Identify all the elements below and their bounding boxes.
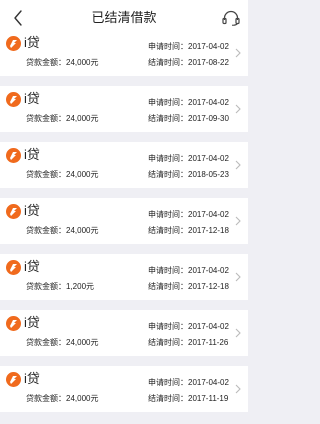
amount-label: 贷款金额： [26, 226, 66, 235]
loan-brand: i贷 [24, 147, 40, 162]
loan-brand: i贷 [24, 371, 40, 386]
brand-logo-icon [6, 260, 21, 275]
loan-brand: i贷 [24, 203, 40, 218]
loan-amount: 贷款金额：24,000元 [26, 337, 98, 349]
loan-card[interactable]: i贷 贷款金额：24,000元 申请时间：2017-04-02 结清时间：2017-1… [0, 198, 248, 244]
amount-value: 24,000元 [66, 170, 99, 179]
chevron-right-icon [233, 382, 243, 396]
apply-time: 申请时间：2017-04-02 [148, 41, 229, 53]
apply-date: 2017-04-02 [188, 266, 229, 275]
settle-date: 2017-08-22 [188, 58, 229, 67]
settle-time: 结清时间：2017-11-19 [148, 393, 228, 405]
brand-logo-icon [6, 204, 21, 219]
loan-card[interactable]: i贷 贷款金额：24,000元 申请时间：2017-04-02 结清时间：2017-0… [0, 30, 248, 76]
chevron-right-icon [233, 214, 243, 228]
back-button[interactable] [4, 4, 32, 32]
chevron-right-icon [233, 158, 243, 172]
chevron-right-icon [233, 46, 243, 60]
loan-brand: i贷 [24, 91, 40, 106]
loan-brand: i贷 [24, 35, 40, 50]
loan-amount: 贷款金额：24,000元 [26, 393, 98, 405]
amount-label: 贷款金额： [26, 170, 66, 179]
headset-icon [222, 10, 240, 26]
loan-card[interactable]: i贷 贷款金额：24,000元 申请时间：2017-04-02 结清时间：2017-1… [0, 366, 248, 412]
loan-amount: 贷款金额：24,000元 [26, 225, 98, 237]
settle-label: 结清时间： [148, 282, 188, 291]
apply-time: 申请时间：2017-04-02 [148, 321, 229, 333]
apply-time: 申请时间：2017-04-02 [148, 265, 229, 277]
settle-label: 结清时间： [148, 114, 188, 123]
settle-time: 结清时间：2018-05-23 [148, 169, 229, 181]
brand-logo-icon [6, 372, 21, 387]
apply-label: 申请时间： [148, 98, 188, 107]
loan-card[interactable]: i贷 贷款金额：24,000元 申请时间：2017-04-02 结清时间：2017-0… [0, 86, 248, 132]
amount-label: 贷款金额： [26, 114, 66, 123]
apply-label: 申请时间： [148, 378, 188, 387]
apply-date: 2017-04-02 [188, 322, 229, 331]
loan-amount: 贷款金额：24,000元 [26, 57, 98, 69]
settle-date: 2017-12-18 [188, 282, 229, 291]
apply-date: 2017-04-02 [188, 210, 229, 219]
chevron-right-icon [233, 326, 243, 340]
amount-value: 24,000元 [66, 394, 99, 403]
brand-logo-icon [6, 316, 21, 331]
apply-label: 申请时间： [148, 42, 188, 51]
brand-logo-icon [6, 36, 21, 51]
loan-card[interactable]: i贷 贷款金额：24,000元 申请时间：2017-04-02 结清时间：2018-0… [0, 142, 248, 188]
amount-label: 贷款金额： [26, 58, 66, 67]
settle-date: 2017-12-18 [188, 226, 229, 235]
back-arrow-icon [14, 10, 22, 26]
apply-time: 申请时间：2017-04-02 [148, 209, 229, 221]
apply-date: 2017-04-02 [188, 154, 229, 163]
apply-date: 2017-04-02 [188, 98, 229, 107]
customer-service-button[interactable] [218, 5, 244, 31]
brand-logo-icon [6, 92, 21, 107]
amount-label: 贷款金额： [26, 394, 66, 403]
amount-value: 24,000元 [66, 58, 99, 67]
settle-time: 结清时间：2017-12-18 [148, 225, 229, 237]
settle-label: 结清时间： [148, 338, 188, 347]
loan-list: i贷 贷款金额：24,000元 申请时间：2017-04-02 结清时间：2017-0… [0, 30, 248, 422]
apply-time: 申请时间：2017-04-02 [148, 153, 229, 165]
settle-label: 结清时间： [148, 394, 188, 403]
apply-label: 申请时间： [148, 210, 188, 219]
brand-logo-icon [6, 148, 21, 163]
settle-date: 2017-11-19 [188, 394, 229, 403]
settle-label: 结清时间： [148, 226, 188, 235]
apply-date: 2017-04-02 [188, 42, 229, 51]
loan-amount: 贷款金额：1,200元 [26, 281, 94, 293]
chevron-right-icon [233, 270, 243, 284]
amount-value: 24,000元 [66, 114, 99, 123]
amount-label: 贷款金额： [26, 282, 66, 291]
loan-amount: 贷款金额：24,000元 [26, 169, 98, 181]
amount-value: 1,200元 [66, 282, 95, 291]
apply-date: 2017-04-02 [188, 378, 229, 387]
chevron-right-icon [233, 102, 243, 116]
settle-time: 结清时间：2017-08-22 [148, 57, 229, 69]
settle-date: 2017-11-26 [188, 338, 229, 347]
amount-label: 贷款金额： [26, 338, 66, 347]
settle-date: 2017-09-30 [188, 114, 229, 123]
loan-card[interactable]: i贷 贷款金额：1,200元 申请时间：2017-04-02 结清时间：2017-12… [0, 254, 248, 300]
settle-date: 2018-05-23 [188, 170, 229, 179]
loan-card[interactable]: i贷 贷款金额：24,000元 申请时间：2017-04-02 结清时间：2017-1… [0, 310, 248, 356]
apply-label: 申请时间： [148, 322, 188, 331]
apply-time: 申请时间：2017-04-02 [148, 97, 229, 109]
loan-amount: 贷款金额：24,000元 [26, 113, 98, 125]
amount-value: 24,000元 [66, 338, 99, 347]
settle-time: 结清时间：2017-09-30 [148, 113, 229, 125]
loan-brand: i贷 [24, 259, 40, 274]
apply-label: 申请时间： [148, 266, 188, 275]
amount-value: 24,000元 [66, 226, 99, 235]
loan-brand: i贷 [24, 315, 40, 330]
settle-time: 结清时间：2017-11-26 [148, 337, 228, 349]
apply-label: 申请时间： [148, 154, 188, 163]
settle-label: 结清时间： [148, 58, 188, 67]
settle-time: 结清时间：2017-12-18 [148, 281, 229, 293]
apply-time: 申请时间：2017-04-02 [148, 377, 229, 389]
settle-label: 结清时间： [148, 170, 188, 179]
